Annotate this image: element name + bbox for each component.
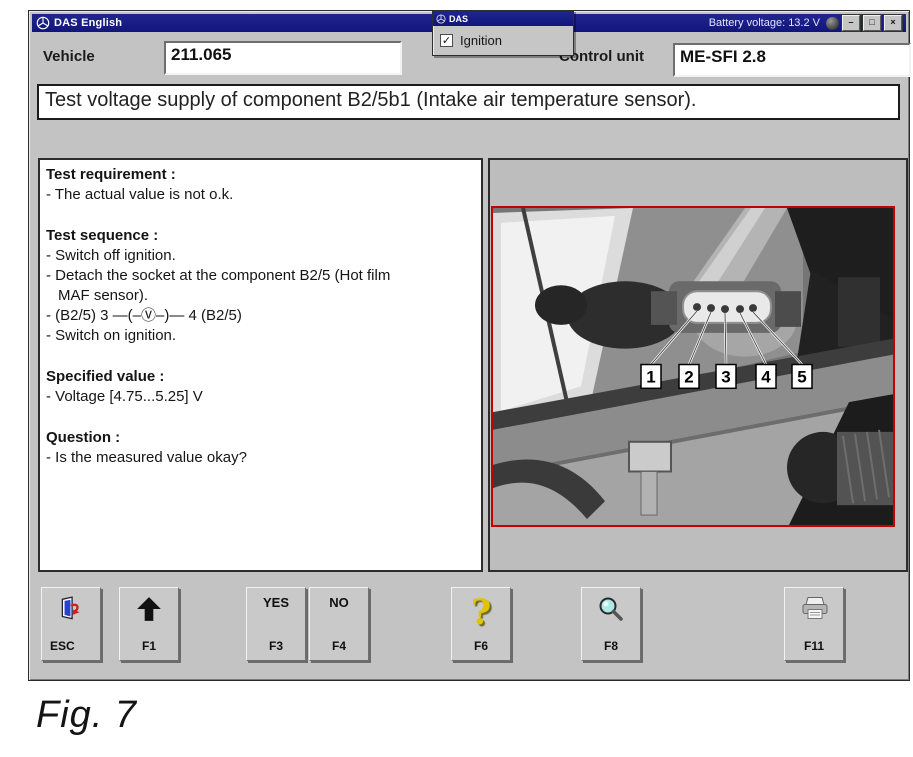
fkey-label: F3	[247, 639, 305, 653]
maximize-button[interactable]: □	[863, 15, 881, 31]
question-section: Question : - Is the measured value okay?	[46, 428, 475, 468]
svg-text:2: 2	[684, 367, 693, 386]
no-label: NO	[310, 595, 368, 610]
exit-door-icon	[42, 595, 100, 623]
instruction-line-voltmeter: - (B2/5) 3 —(–Ⓥ–)— 4 (B2/5)	[46, 306, 475, 326]
ignition-popup-window: DAS ✓ Ignition	[432, 10, 574, 56]
no-f4-button[interactable]: NO F4	[309, 587, 369, 661]
instruction-line: - The actual value is not o.k.	[46, 185, 475, 205]
svg-text:1: 1	[646, 367, 655, 386]
battery-voltage-status: Battery voltage: 13.2 V	[709, 17, 820, 29]
section-heading: Specified value :	[46, 367, 475, 387]
close-button[interactable]: ×	[884, 15, 902, 31]
section-heading: Test sequence :	[46, 226, 475, 246]
instruction-line: - Voltage [4.75...5.25] V	[46, 387, 475, 407]
section-heading: Test requirement :	[46, 165, 475, 185]
minimize-button[interactable]: –	[842, 15, 860, 31]
svg-text:5: 5	[797, 367, 806, 386]
vehicle-field[interactable]: 211.065	[164, 41, 402, 75]
instruction-line: - Switch off ignition.	[46, 246, 475, 266]
fkey-label: F11	[785, 639, 843, 653]
help-question-icon: ?	[452, 595, 510, 630]
up-arrow-icon	[120, 595, 178, 623]
pin-label-1: 1	[641, 365, 661, 389]
specified-value-section: Specified value : - Voltage [4.75...5.25…	[46, 367, 475, 407]
magnifier-icon	[582, 595, 640, 623]
engine-photo-illustration: 1 2 3 4 5	[493, 208, 893, 525]
instruction-line: MAF sensor).	[46, 286, 475, 306]
window-title: DAS English	[54, 17, 122, 29]
section-heading: Question :	[46, 428, 475, 448]
ignition-checkbox[interactable]: ✓	[440, 34, 453, 47]
mercedes-star-icon	[36, 16, 50, 30]
test-sequence-section: Test sequence : - Switch off ignition. -…	[46, 226, 475, 346]
pin-label-4: 4	[756, 365, 776, 389]
mercedes-star-icon	[436, 14, 446, 24]
svg-text:4: 4	[761, 367, 771, 386]
control-unit-field[interactable]: ME-SFI 2.8	[673, 43, 911, 77]
instruction-line: - Switch on ignition.	[46, 326, 475, 346]
yes-f3-button[interactable]: YES F3	[246, 587, 306, 661]
fkey-label: F8	[582, 639, 640, 653]
printer-icon	[785, 595, 843, 622]
print-f11-button[interactable]: F11	[784, 587, 844, 661]
svg-text:3: 3	[721, 367, 730, 386]
figure-caption: Fig. 7	[36, 694, 137, 737]
test-requirement-section: Test requirement : - The actual value is…	[46, 165, 475, 205]
das-main-window: DAS English Battery voltage: 13.2 V – □ …	[28, 10, 910, 681]
yes-label: YES	[247, 595, 305, 610]
fkey-label: F1	[120, 639, 178, 653]
zoom-f8-button[interactable]: F8	[581, 587, 641, 661]
fkey-label: F4	[310, 639, 368, 653]
instruction-line: - Detach the socket at the component B2/…	[46, 266, 475, 286]
popup-title: DAS	[449, 14, 468, 24]
status-orb-icon	[826, 17, 839, 30]
esc-button[interactable]: ESC	[41, 587, 101, 661]
vehicle-label: Vehicle	[43, 48, 95, 65]
f1-button[interactable]: F1	[119, 587, 179, 661]
test-instructions-panel: Test requirement : - The actual value is…	[38, 158, 483, 572]
pin-label-5: 5	[792, 365, 812, 389]
popup-titlebar[interactable]: DAS	[433, 11, 573, 26]
engine-bay-photo: 1 2 3 4 5	[491, 206, 895, 527]
fkey-label: F6	[452, 639, 510, 653]
task-title-banner: Test voltage supply of component B2/5b1 …	[37, 84, 900, 120]
help-f6-button[interactable]: ? F6	[451, 587, 511, 661]
ignition-checkbox-label: Ignition	[460, 33, 502, 48]
pin-label-3: 3	[716, 365, 736, 389]
popup-body: ✓ Ignition	[433, 26, 573, 55]
fkey-label: ESC	[42, 639, 100, 653]
illustration-panel: 1 2 3 4 5	[488, 158, 908, 572]
pin-label-2: 2	[679, 365, 699, 389]
instruction-line: - Is the measured value okay?	[46, 448, 475, 468]
